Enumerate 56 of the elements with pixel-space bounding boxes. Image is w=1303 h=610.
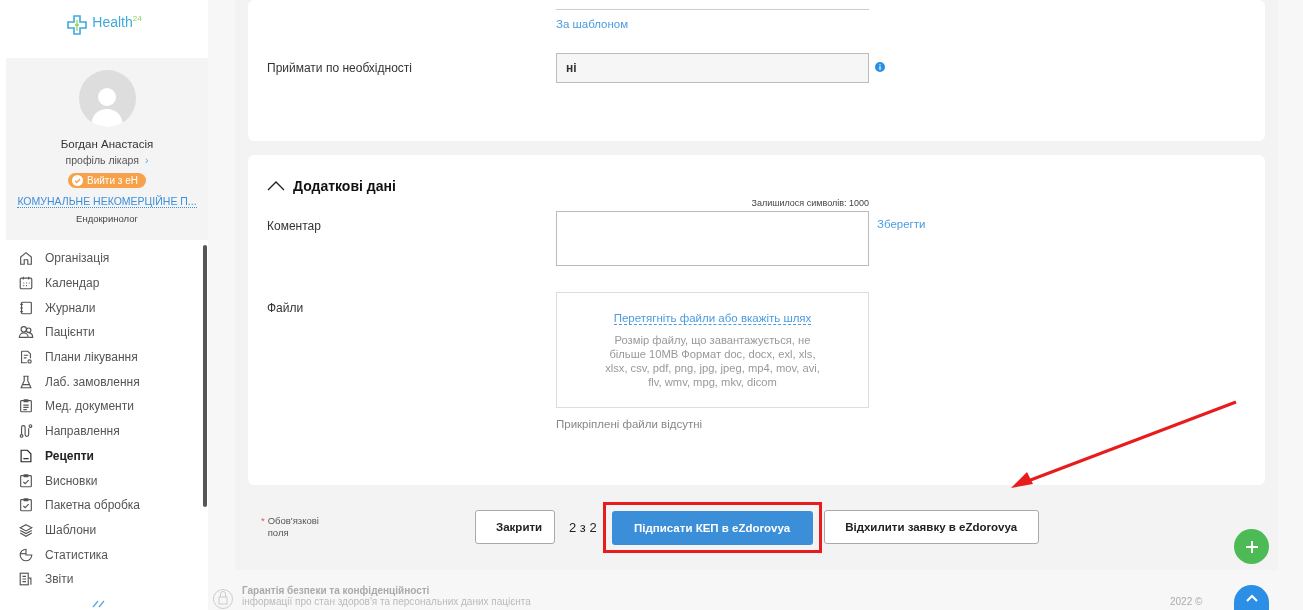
required-fields-note: Обов'язкові поля (267, 515, 320, 539)
copyright-text: 2022 © (1170, 596, 1203, 607)
nav-item[interactable]: Лаб. замовлення (18, 372, 208, 392)
profile-link[interactable]: профіль лікаря › (65, 154, 149, 166)
chevron-up-icon[interactable] (267, 181, 285, 191)
nav-item[interactable]: Звіти (18, 569, 208, 589)
check-icon (18, 497, 34, 514)
clipboard-icon (18, 398, 34, 415)
app-logo: Health$^{24}$ (0, 0, 208, 52)
comment-field[interactable] (556, 211, 869, 266)
nav-item[interactable]: Пацієнти (18, 323, 208, 342)
files-label: Файли (267, 301, 305, 315)
field-label: Приймати по необхідності (267, 61, 413, 75)
scrollbar-thumb[interactable] (203, 245, 207, 507)
page-counter: 2 з 2 (569, 519, 597, 535)
notebook-icon (18, 299, 34, 316)
required-mark: * (261, 515, 265, 528)
security-title: Гарантія безпеки та конфіденційності (242, 585, 431, 596)
reject-button[interactable]: Відхилити заявку в eZdorovya (823, 510, 1039, 544)
file-requirements-text: Розмір файлу, що завантажується, не більше 10MB Формат doc, docx, exl, xls, xlsx, csv, pdf, png, jpg, jpeg, mp4, mov, avi, flv, wmv, mpg, mkv, dicom (604, 333, 821, 389)
as-needed-field[interactable]: ні (556, 53, 869, 83)
chevron-up-icon (1244, 592, 1259, 603)
report-icon (18, 571, 34, 588)
close-button[interactable]: Закрити (475, 510, 555, 544)
plus-icon (1244, 539, 1259, 554)
comment-label: Коментар (267, 219, 322, 233)
nav-item[interactable]: Направлення (18, 421, 208, 441)
nav-item[interactable]: Пакетна обробка (18, 495, 208, 515)
nav-item[interactable]: Рецепти (18, 446, 208, 466)
section-title: Додаткові дані (293, 178, 396, 194)
nav-item[interactable]: Плани лікування (18, 347, 208, 367)
calendar-icon (18, 275, 34, 292)
layers-icon (18, 521, 34, 538)
pie-icon (18, 546, 34, 563)
cross-logo-icon (66, 14, 89, 36)
plan-icon (18, 349, 34, 366)
nav-item[interactable]: Мед. документи (18, 397, 208, 416)
check-icon (18, 472, 34, 489)
check-icon (72, 175, 84, 186)
doctor-name: Богдан Анастасія (60, 138, 154, 150)
file-icon (18, 447, 34, 464)
nav-item[interactable]: Шаблони (18, 520, 208, 540)
characters-left-counter: Залишилося символів: 1000 (750, 198, 869, 210)
flask-icon (18, 373, 34, 390)
people-icon (18, 324, 34, 341)
scroll-up-button[interactable] (1234, 585, 1269, 610)
route-icon (18, 423, 34, 440)
nav-item[interactable]: Статистика (18, 545, 208, 564)
specialty-label: Ендокринолог (76, 213, 138, 224)
info-icon[interactable] (875, 62, 885, 72)
nav-item[interactable]: Календар (18, 273, 208, 293)
home-icon (18, 250, 34, 267)
nav-item[interactable]: Журнали (18, 298, 208, 318)
no-files-text: Прикріплені файли відсутні (556, 418, 704, 430)
nav-item[interactable]: Організація (18, 249, 208, 268)
nav-item[interactable]: Висновки (18, 471, 208, 490)
